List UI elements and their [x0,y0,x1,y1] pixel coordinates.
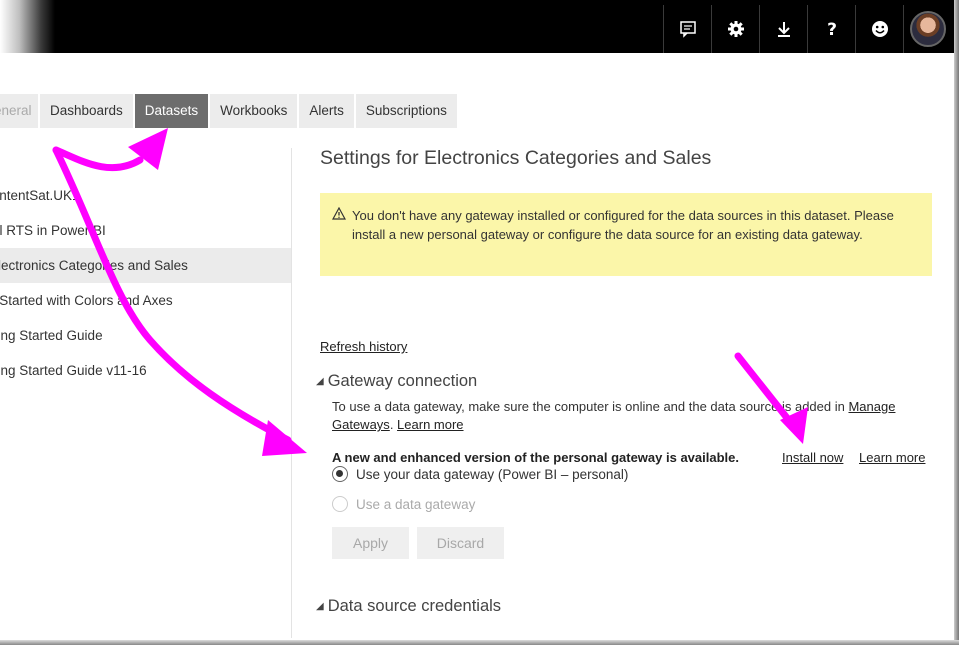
dataset-item[interactable]: Getting Started with Colors and Axes [0,283,291,318]
collapse-triangle-icon: ◢ [316,376,324,387]
tab-datasets[interactable]: Datasets [134,94,209,128]
page-title: Settings for Electronics Categories and … [320,147,712,169]
avatar-button[interactable] [903,5,951,53]
data-source-credentials-header[interactable]: ◢ Data source credentials [316,597,501,616]
gateway-connection-header[interactable]: ◢ Gateway connection [316,372,477,391]
dataset-item[interactable]: Getting Started Guide [0,318,291,353]
smiley-icon[interactable] [855,5,903,53]
tab-subscriptions[interactable]: Subscriptions [355,94,457,128]
radio-data-gateway-label: Use a data gateway [356,496,476,512]
discard-button[interactable]: Discard [417,527,504,559]
dataset-item[interactable]: el RTS in Power BI [0,213,291,248]
list-divider [291,148,292,638]
top-bar-icons: ? [663,5,951,53]
top-bar: ? [0,0,955,53]
dataset-item-selected[interactable]: Electronics Categories and Sales [0,248,291,283]
tab-alerts[interactable]: Alerts [299,94,354,128]
radio-personal-label: Use your data gateway (Power BI – person… [356,466,629,482]
annotation-arrowhead [128,128,168,170]
collapse-triangle-icon: ◢ [316,601,324,612]
apply-button[interactable]: Apply [332,527,409,559]
tab-dashboards[interactable]: Dashboards [40,94,133,128]
dataset-item[interactable]: Getting Started Guide v11-16 [0,353,291,388]
install-now-link[interactable]: Install now [782,450,843,465]
radio-unchecked-icon[interactable] [332,496,348,512]
refresh-history-link[interactable]: Refresh history [320,339,407,354]
frame-shadow-bottom [0,640,959,645]
warning-text: You don't have any gateway installed or … [352,208,894,242]
gateway-desc-text: To use a data gateway, make sure the com… [332,399,849,414]
settings-tabs: eneral Dashboards Datasets Workbooks Ale… [0,94,459,128]
learn-more-link[interactable]: Learn more [397,417,463,432]
annotation-arrowhead [262,420,307,456]
download-icon[interactable] [759,5,807,53]
learn-more-link-2[interactable]: Learn more [859,450,925,465]
radio-personal-gateway[interactable]: Use your data gateway (Power BI – person… [332,466,628,482]
tab-workbooks[interactable]: Workbooks [210,94,298,128]
radio-checked-icon[interactable] [332,466,348,482]
top-bar-fade [0,0,55,53]
help-icon[interactable]: ? [807,5,855,53]
tab-general[interactable]: eneral [0,94,38,128]
dataset-item[interactable]: ContentSat.UK1 [0,178,291,213]
new-gateway-text: A new and enhanced version of the person… [332,450,739,465]
gear-icon[interactable] [711,5,759,53]
radio-data-gateway[interactable]: Use a data gateway [332,496,475,512]
feedback-icon[interactable] [663,5,711,53]
gateway-connection-title: Gateway connection [327,372,478,390]
user-avatar [909,11,946,47]
frame-shadow-right [954,0,959,645]
svg-text:?: ? [827,20,837,38]
gateway-description: To use a data gateway, make sure the com… [332,398,922,434]
annotation-arrow-to-datasets [52,146,144,172]
warning-icon [332,207,346,220]
warning-banner: You don't have any gateway installed or … [320,193,932,276]
data-source-credentials-title: Data source credentials [327,597,502,615]
new-gateway-notice: A new and enhanced version of the person… [332,450,932,465]
gateway-desc-sep: . [389,417,398,432]
dataset-list: ContentSat.UK1 el RTS in Power BI Electr… [0,178,291,388]
